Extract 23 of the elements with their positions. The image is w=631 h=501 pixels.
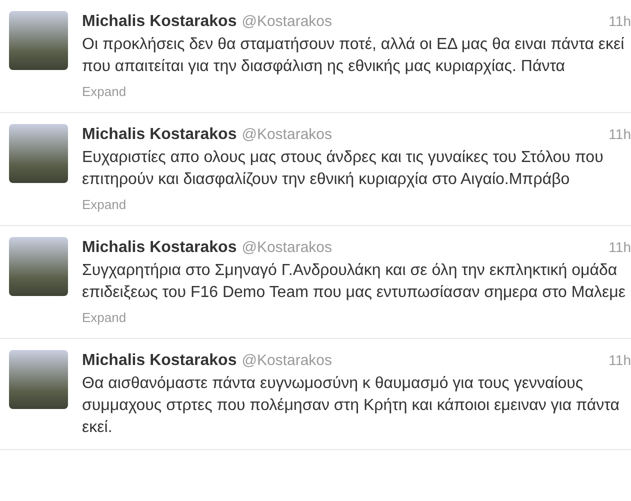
author-name[interactable]: Michalis Kostarakos bbox=[82, 351, 237, 371]
tweet-time[interactable]: 11h bbox=[608, 350, 631, 370]
author-name[interactable]: Michalis Kostarakos bbox=[82, 238, 237, 258]
author-handle: @Kostarakos bbox=[242, 12, 332, 32]
expand-link[interactable]: Expand bbox=[82, 195, 126, 215]
author-handle: @Kostarakos bbox=[242, 238, 332, 258]
avatar-photo-placeholder[interactable] bbox=[9, 11, 68, 70]
author-handle: @Kostarakos bbox=[242, 351, 332, 371]
tweet-text: Συγχαρητήρια στο Σμηναγό Γ.Ανδρουλάκη και σε όλη την εκπληκτική ομάδα επιδειξεως του F16 Demo Team που μας εντυπωσίασαν σημερα στο Μαλεμε bbox=[82, 261, 626, 303]
avatar-photo-placeholder[interactable] bbox=[9, 237, 68, 296]
avatar-photo-placeholder[interactable] bbox=[9, 124, 68, 183]
expand-link[interactable]: Expand bbox=[82, 82, 126, 102]
author-name[interactable]: Michalis Kostarakos bbox=[82, 125, 237, 145]
tweet-time[interactable]: 11h bbox=[608, 11, 631, 31]
tweet-time[interactable]: 11h bbox=[608, 237, 631, 257]
tweet-text: Ευχαριστίες απο ολους μας στους άνδρες και τις γυναίκες του Στόλου που επιτηρούν και διασφαλίζουν την εθνική κυριαρχία στο Αιγαίο.Μπράβο bbox=[82, 148, 604, 190]
tweet-text: Οι προκλήσεις δεν θα σταματήσουν ποτέ, αλλά οι ΕΔ μας θα ειναι πάντα εκεί που απαιτείται για την διασφάλιση ης εθνικής μας κυριαρχίας. Πάντα bbox=[82, 35, 626, 77]
tweet-time[interactable]: 11h bbox=[608, 124, 631, 144]
tweet-text: Θα αισθανόμαστε πάντα ευγνωμοσύνη κ θαυμασμό για τους γενναίους συμμαχους στρτες που πολέμησαν στη Κρήτη και κάποιοι εμειναν για πάντα εκεί. bbox=[82, 374, 620, 438]
expand-link[interactable]: Expand bbox=[82, 308, 126, 328]
author-name[interactable]: Michalis Kostarakos bbox=[82, 12, 237, 32]
author-handle: @Kostarakos bbox=[242, 125, 332, 145]
avatar-photo-placeholder[interactable] bbox=[9, 350, 68, 409]
